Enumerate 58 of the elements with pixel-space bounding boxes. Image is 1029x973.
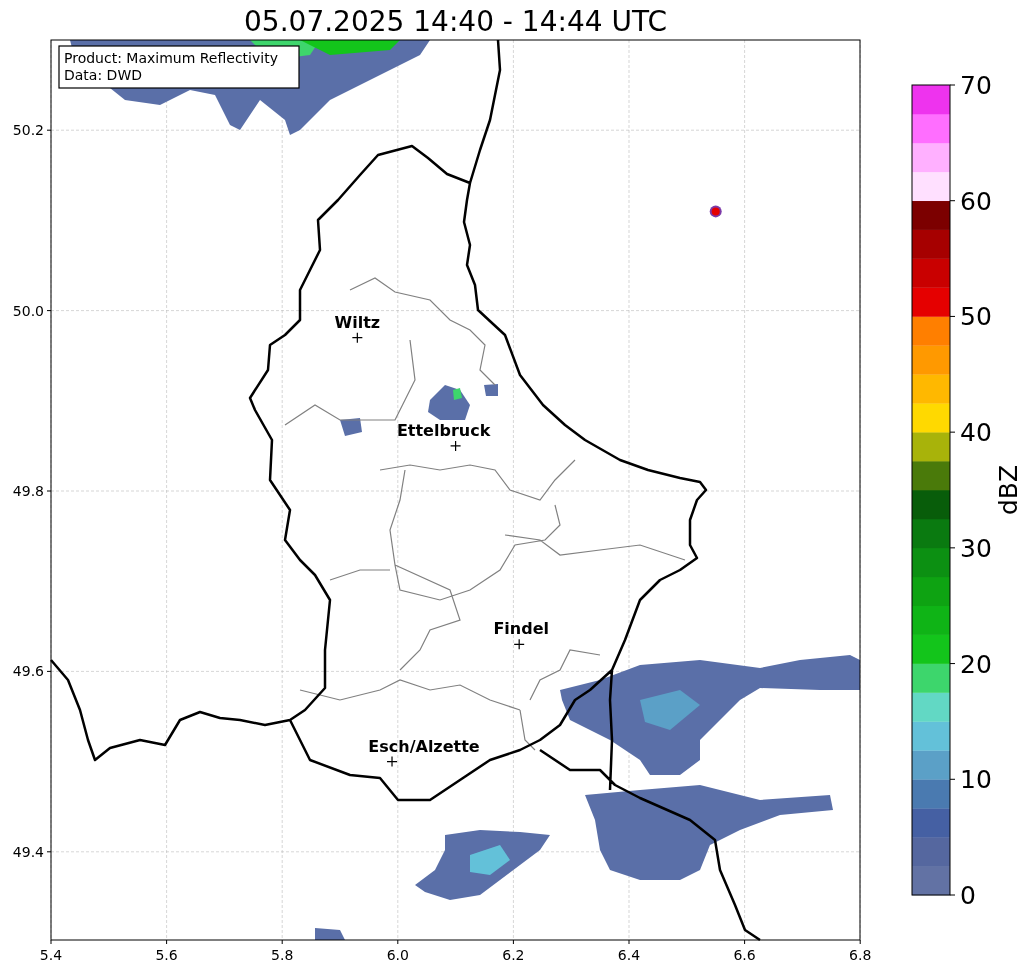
axis-tick-label: 50.2	[12, 122, 44, 139]
place-label: Findel	[493, 619, 549, 639]
tick-mark	[46, 490, 52, 492]
tick-mark	[281, 939, 283, 945]
axis-tick-label: 6.6	[733, 947, 756, 963]
colorbar-tick-label: 70	[960, 71, 992, 100]
axis-tick-label: 49.6	[12, 663, 44, 680]
place-marker-icon	[513, 638, 525, 650]
tick-mark	[859, 939, 861, 945]
colorbar-tick-label: 10	[960, 765, 992, 795]
tick-mark	[166, 939, 168, 945]
tick-mark	[949, 315, 956, 317]
tick-mark	[46, 851, 52, 853]
tick-mark	[50, 939, 52, 945]
colorbar-tick-label: 50	[960, 302, 992, 332]
axis-tick-label: 6.0	[386, 947, 409, 963]
tick-mark	[628, 939, 630, 945]
place-marker-icon	[386, 756, 398, 768]
place-label: Esch/Alzette	[368, 736, 480, 756]
radar-echo	[340, 418, 362, 436]
axis-tick-label: 5.4	[39, 947, 63, 963]
tick-mark	[949, 84, 956, 86]
tick-mark	[46, 129, 52, 131]
tick-mark	[949, 200, 956, 202]
place-marker-icon	[450, 440, 462, 452]
tick-mark	[512, 939, 514, 945]
colorbar-tick-label: 20	[960, 649, 992, 679]
tick-mark	[949, 431, 956, 433]
colorbar-tick-label: 30	[960, 533, 992, 563]
colorbar-tick-label: 60	[960, 186, 992, 216]
radar-echo	[315, 928, 345, 940]
chart-title: 05.07.2025 14:40 - 14:44 UTC	[244, 5, 667, 38]
info-text: Product: Maximum Reflectivity	[64, 50, 278, 66]
axis-tick-label: 6.2	[502, 947, 525, 963]
tick-mark	[46, 310, 52, 312]
tick-mark	[949, 894, 956, 896]
info-text: Data: DWD	[64, 67, 142, 83]
tick-mark	[744, 939, 746, 945]
colorbar-label: dBZ	[994, 464, 1023, 516]
tick-mark	[949, 663, 956, 665]
axis-tick-label: 49.4	[12, 843, 44, 860]
axis-tick-label: 49.8	[12, 483, 44, 499]
place-marker-icon	[351, 332, 363, 344]
place-label: Wiltz	[334, 312, 381, 332]
tick-mark	[397, 939, 399, 945]
colorbar-tick-label: 0	[960, 881, 976, 910]
colorbar-tick-label: 40	[960, 418, 992, 448]
tick-mark	[949, 778, 956, 780]
axis-tick-label: 5.6	[155, 947, 178, 963]
axis-tick-label: 6.4	[617, 947, 641, 963]
radar-echo	[709, 205, 722, 218]
axis-tick-label: 50.0	[12, 302, 44, 319]
tick-mark	[949, 547, 956, 549]
place-label: Ettelbruck	[396, 420, 491, 440]
axis-tick-label: 5.8	[271, 947, 294, 963]
tick-mark	[46, 670, 52, 672]
radar-echo	[484, 384, 498, 396]
axis-tick-label: 6.8	[849, 947, 872, 963]
